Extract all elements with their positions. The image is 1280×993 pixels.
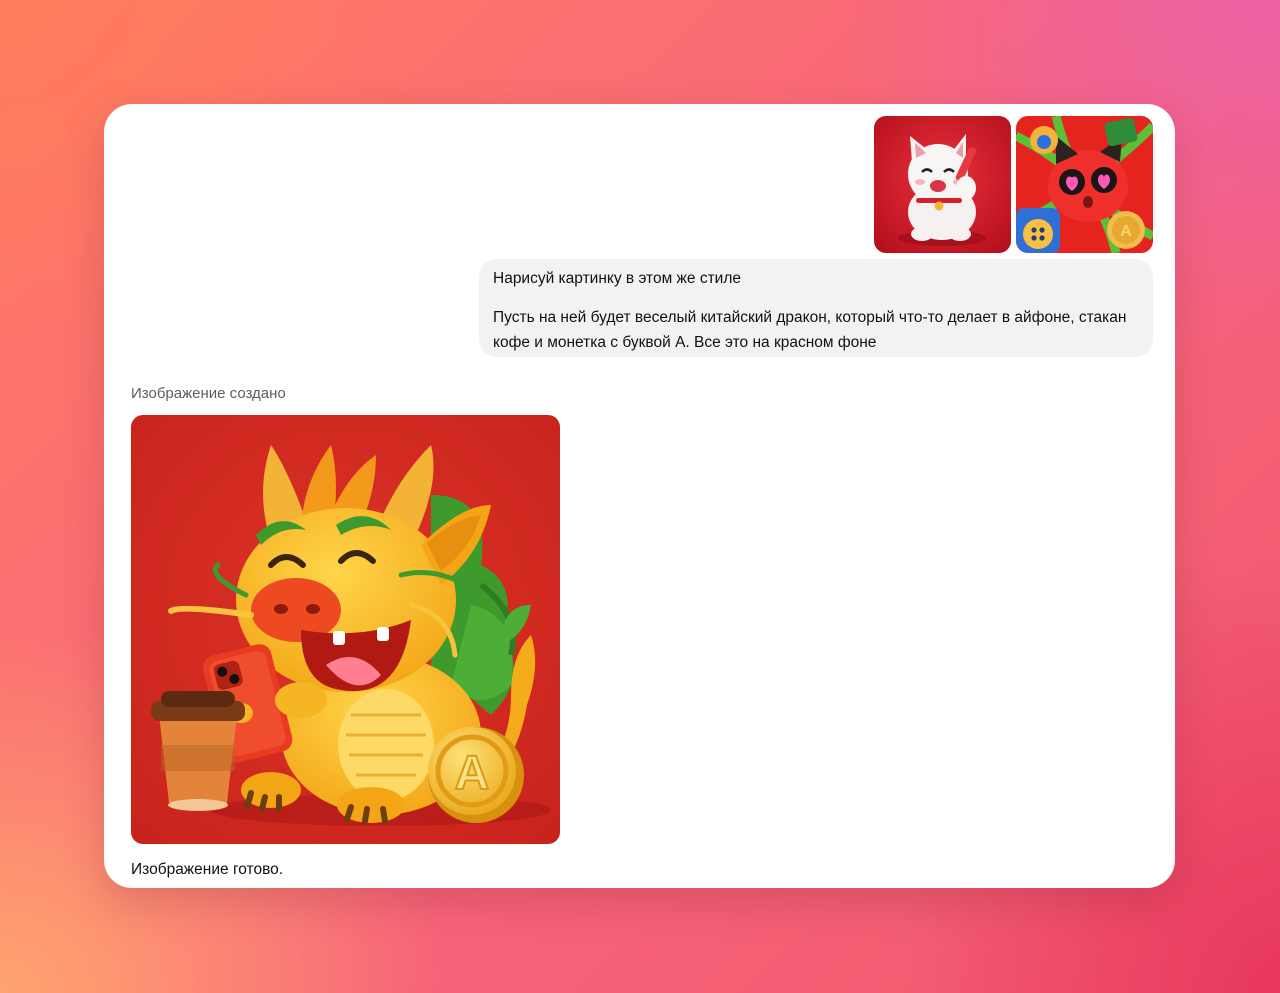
red-cartoon-cat-icon: A (1016, 116, 1153, 253)
coin-letter: A (455, 747, 490, 800)
svg-text:A: A (1120, 223, 1132, 240)
attachment-lucky-cat-image[interactable] (874, 116, 1011, 253)
user-message-line-1: Нарисуй картинку в этом же стиле (493, 270, 741, 287)
image-ready-caption: Изображение готово. (131, 861, 284, 878)
user-attachments: A (874, 116, 1153, 253)
lucky-cat-icon (874, 116, 1011, 253)
attachment-red-cartoon-cat-image[interactable]: A (1016, 116, 1153, 253)
user-message-bubble: Нарисуй картинку в этом же стиле Пусть н… (479, 259, 1153, 357)
dragon-image-icon: A (131, 415, 560, 844)
image-created-status: Изображение создано (131, 385, 286, 402)
user-message-line-2: Пусть на ней будет веселый китайский дра… (493, 309, 1127, 351)
chat-window: A Нарисуй картинку в этом же стиле Пусть… (104, 104, 1175, 888)
generated-image[interactable]: A (131, 415, 560, 844)
